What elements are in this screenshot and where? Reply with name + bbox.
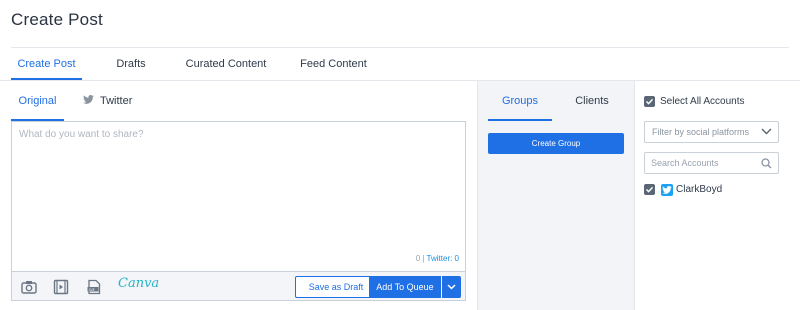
tab-feed-content[interactable]: Feed Content — [296, 49, 371, 80]
platform-filter-placeholder: Filter by social platforms — [652, 127, 750, 137]
video-icon[interactable] — [53, 279, 69, 295]
camera-icon[interactable] — [21, 279, 37, 295]
queue-options-dropdown[interactable] — [442, 276, 461, 298]
account-search — [644, 152, 779, 174]
tab-clients[interactable]: Clients — [562, 81, 622, 121]
canva-button[interactable]: Canva — [118, 276, 159, 291]
account-checkbox[interactable] — [644, 184, 655, 195]
tab-groups[interactable]: Groups — [488, 81, 552, 121]
accounts-panel: Select All Accounts Filter by social pla… — [634, 80, 800, 310]
select-all-label: Select All Accounts — [660, 96, 745, 107]
tab-drafts[interactable]: Drafts — [106, 49, 156, 80]
svg-text:GIF: GIF — [89, 287, 95, 292]
save-as-draft-button[interactable]: Save as Draft — [295, 276, 377, 298]
groups-panel: Groups Clients Create Group — [477, 80, 634, 310]
tab-twitter-label: Twitter — [100, 95, 133, 107]
select-all-checkbox[interactable] — [644, 96, 655, 107]
add-to-queue-button[interactable]: Add To Queue — [369, 276, 441, 298]
twitter-count: Twitter: 0 — [426, 254, 459, 263]
account-search-input[interactable] — [645, 153, 757, 173]
tab-twitter[interactable]: Twitter — [83, 81, 143, 121]
compose-panel: Original Twitter 0 | Twitter: 0 GIF Canv… — [0, 80, 477, 310]
account-item[interactable]: ClarkBoyd — [644, 184, 784, 200]
create-group-button[interactable]: Create Group — [488, 133, 624, 154]
character-counter: 0 | Twitter: 0 — [416, 254, 459, 263]
platform-filter-select[interactable]: Filter by social platforms — [644, 121, 779, 143]
twitter-bird-icon — [83, 81, 94, 121]
post-text-input[interactable] — [12, 122, 465, 250]
compose-toolbar: GIF Canva Save as Draft Add To Queue — [11, 271, 466, 301]
tab-curated-content[interactable]: Curated Content — [181, 49, 271, 80]
page-title: Create Post — [11, 10, 103, 29]
twitter-icon — [661, 184, 673, 196]
account-name: ClarkBoyd — [676, 184, 723, 195]
gif-icon[interactable]: GIF — [86, 279, 102, 295]
compose-tabs: Original Twitter — [11, 81, 211, 121]
tab-original[interactable]: Original — [11, 81, 64, 121]
tab-create-post[interactable]: Create Post — [11, 49, 82, 80]
post-editor: 0 | Twitter: 0 — [11, 121, 466, 271]
main-tabs: Create Post Drafts Curated Content Feed … — [11, 49, 800, 80]
title-divider — [11, 47, 789, 48]
